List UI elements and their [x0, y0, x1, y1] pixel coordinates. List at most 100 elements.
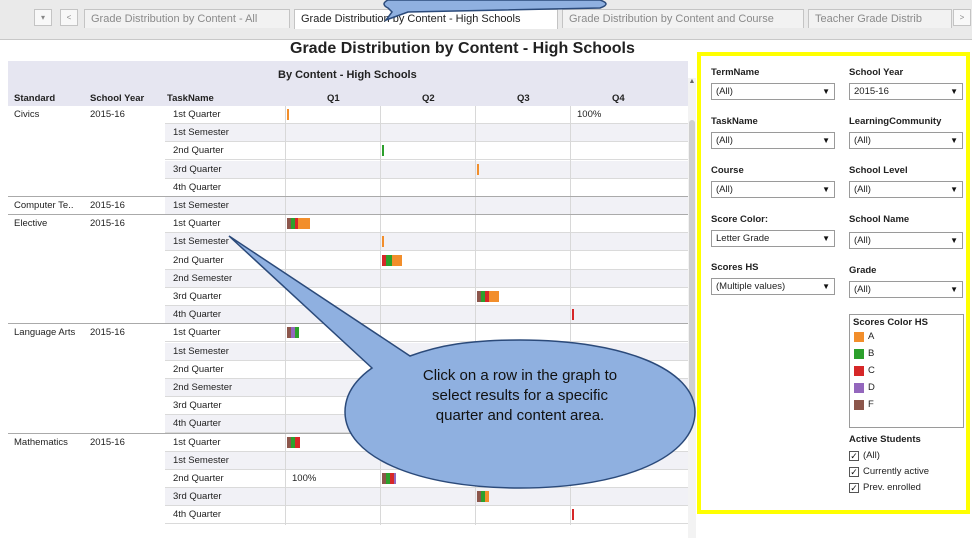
filter-select-course[interactable]: (All) ▼	[711, 181, 835, 198]
grade-distribution-row[interactable]: 1st Semester	[165, 233, 688, 252]
grade-bar-segment[interactable]	[392, 254, 402, 266]
grade-bar-segment[interactable]	[287, 109, 289, 120]
quarter-divider	[475, 215, 476, 234]
quarter-divider	[570, 124, 571, 143]
checkbox[interactable]: ✓	[849, 451, 859, 461]
grade-bar-segment[interactable]	[394, 473, 396, 484]
quarter-divider	[285, 288, 286, 307]
grade-bar-segment[interactable]	[485, 491, 489, 503]
quarter-divider	[380, 142, 381, 161]
filter-select-score-color[interactable]: Letter Grade ▼	[711, 230, 835, 247]
column-header-standard: Standard	[14, 93, 56, 104]
filter-value: 2015-16	[854, 86, 889, 97]
grade-distribution-row[interactable]: 2nd Quarter	[165, 251, 688, 270]
legend-label: F	[868, 399, 874, 410]
tab-grade-dist-content-course[interactable]: Grade Distribution by Content and Course	[562, 9, 804, 28]
grade-bar-segment[interactable]	[382, 145, 384, 157]
filter-select-school-name[interactable]: (All) ▼	[849, 232, 963, 249]
scroll-thumb[interactable]	[689, 120, 695, 410]
quarter-divider	[570, 306, 571, 325]
quarter-divider	[570, 106, 571, 125]
standard-label: Computer Te..	[14, 200, 74, 211]
tab-menu-dropdown[interactable]: ▾	[34, 9, 52, 26]
filter-value: (All)	[716, 86, 733, 97]
chevron-down-icon: ▼	[822, 234, 830, 243]
grade-bar-segment[interactable]	[298, 218, 310, 230]
grade-distribution-row[interactable]: 2nd Semester	[165, 269, 688, 288]
tab-prev-button[interactable]: <	[60, 9, 78, 26]
quarter-divider	[380, 397, 381, 416]
grade-distribution-row[interactable]: 1st Quarter	[165, 324, 688, 343]
quarter-divider	[570, 288, 571, 307]
grade-distribution-row[interactable]: 4th Quarter	[165, 506, 688, 525]
quarter-divider	[475, 324, 476, 343]
checkbox-label: Currently active	[863, 466, 929, 477]
quarter-divider	[475, 142, 476, 161]
vertical-scrollbar[interactable]: ▲	[688, 78, 696, 538]
filter-label-scores-hs: Scores HS	[711, 262, 759, 273]
quarter-divider	[570, 160, 571, 179]
quarter-divider	[380, 506, 381, 525]
grade-bar-segment[interactable]	[489, 291, 499, 302]
quarter-divider	[570, 451, 571, 470]
school-year-label: 2015-16	[90, 327, 125, 339]
chevron-down-icon: ▼	[822, 136, 830, 145]
grade-bar-segment[interactable]	[572, 509, 574, 521]
quarter-divider	[380, 451, 381, 470]
quarter-divider	[285, 379, 286, 398]
scroll-up-arrow-icon[interactable]: ▲	[688, 78, 696, 88]
filter-select-grade[interactable]: (All) ▼	[849, 281, 963, 298]
chevron-down-icon: ▼	[950, 185, 958, 194]
filter-value: (All)	[854, 135, 871, 146]
grade-distribution-row[interactable]: 4th Quarter	[165, 306, 688, 325]
grade-distribution-row[interactable]: 1st Semester	[165, 197, 688, 216]
taskname-label: 1st Quarter	[173, 436, 221, 448]
grade-distribution-row[interactable]: 1st Semester	[165, 451, 688, 470]
grade-distribution-row[interactable]: 1st Semester	[165, 342, 688, 361]
tab-grade-dist-all[interactable]: Grade Distribution by Content - All	[84, 9, 290, 28]
filter-label-score-color: Score Color:	[711, 214, 769, 225]
grade-distribution-row[interactable]: 3rd Quarter	[165, 160, 688, 179]
filter-select-scores-hs[interactable]: (Multiple values) ▼	[711, 278, 835, 295]
grade-distribution-row[interactable]: 1st Quarter 100%	[165, 106, 688, 125]
grade-distribution-row[interactable]: 1st Quarter	[165, 433, 688, 452]
quarter-divider	[380, 342, 381, 361]
quarter-divider	[475, 342, 476, 361]
quarter-divider	[380, 160, 381, 179]
grade-distribution-row[interactable]: 1st Quarter	[165, 215, 688, 234]
chevron-down-icon: ▼	[822, 185, 830, 194]
grade-bar-segment[interactable]	[295, 436, 300, 448]
quarter-divider	[475, 160, 476, 179]
quarter-divider	[285, 142, 286, 161]
quarter-divider	[285, 178, 286, 197]
quarter-divider	[285, 415, 286, 434]
quarter-divider	[570, 470, 571, 489]
grade-distribution-row[interactable]: 4th Quarter	[165, 178, 688, 197]
tab-next-button[interactable]: >	[953, 9, 971, 26]
grade-distribution-row[interactable]: 3rd Quarter	[165, 488, 688, 507]
filter-select-school-level[interactable]: (All) ▼	[849, 181, 963, 198]
grade-bar-segment[interactable]	[477, 163, 479, 175]
grade-distribution-row[interactable]: 3rd Quarter	[165, 288, 688, 307]
quarter-divider	[475, 306, 476, 325]
grade-distribution-row[interactable]: 1st Semester	[165, 124, 688, 143]
tab-grade-dist-high-schools[interactable]: Grade Distribution by Content - High Sch…	[294, 9, 558, 29]
filter-select-learning-community[interactable]: (All) ▼	[849, 132, 963, 149]
grade-bar-segment[interactable]	[295, 327, 299, 339]
grade-bar-segment[interactable]	[572, 309, 574, 321]
tab-teacher-grade-dist[interactable]: Teacher Grade Distrib	[808, 9, 952, 28]
filter-select-school-year[interactable]: 2015-16 ▼	[849, 83, 963, 100]
quarter-divider	[380, 178, 381, 197]
quarter-divider	[285, 197, 286, 216]
grade-bar-segment[interactable]	[382, 236, 384, 248]
checkbox[interactable]: ✓	[849, 483, 859, 493]
checkbox[interactable]: ✓	[849, 467, 859, 477]
filter-select-taskname[interactable]: (All) ▼	[711, 132, 835, 149]
school-year-label: 2015-16	[90, 218, 125, 230]
callout-text: Click on a row in the graph to select re…	[422, 367, 618, 424]
filter-select-termname[interactable]: (All) ▼	[711, 83, 835, 100]
grade-distribution-row[interactable]: 2nd Quarter	[165, 142, 688, 161]
quarter-divider	[570, 433, 571, 452]
taskname-label: 2nd Quarter	[173, 254, 224, 266]
grade-distribution-row[interactable]: 2nd Quarter 100%	[165, 470, 688, 489]
